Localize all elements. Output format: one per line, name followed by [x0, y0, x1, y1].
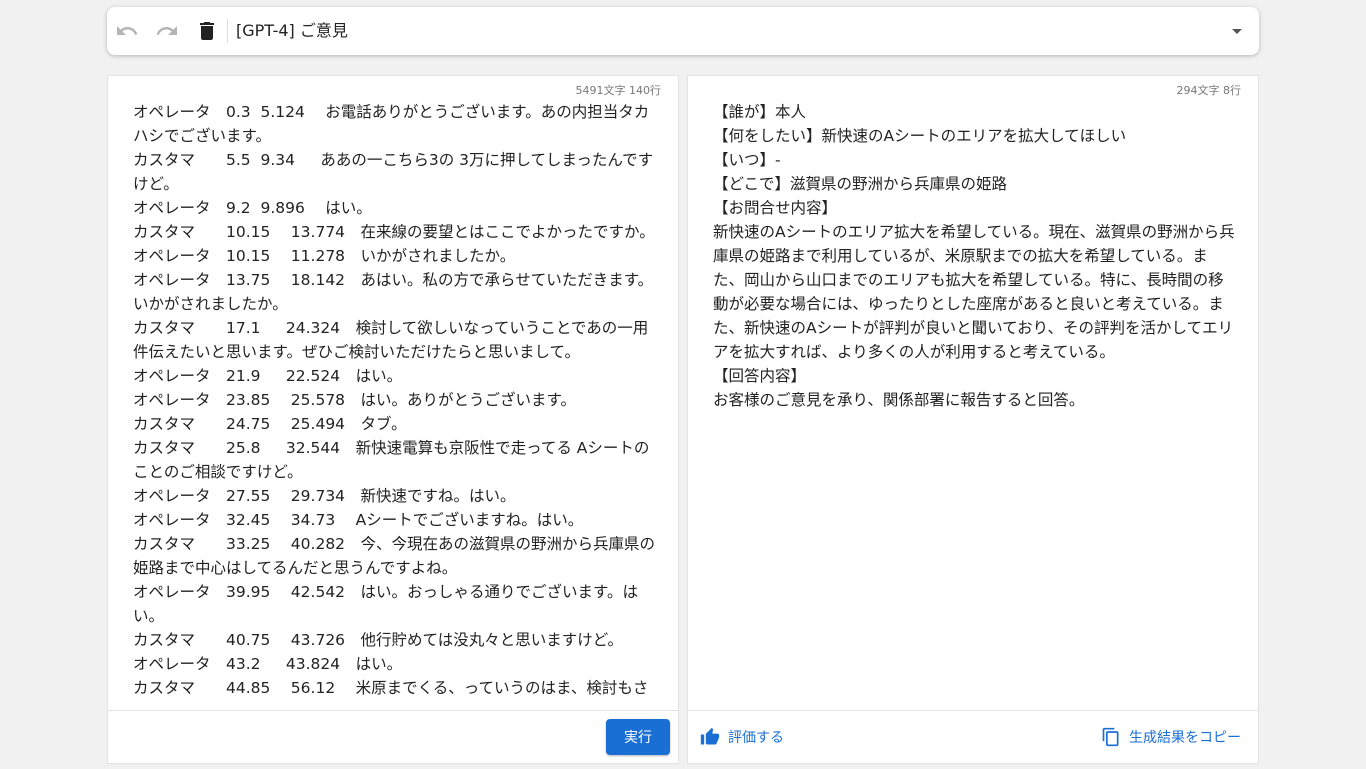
output-footer: 評価する 生成結果をコピー: [688, 710, 1258, 763]
trash-icon: [200, 22, 214, 40]
rate-label: 評価する: [728, 730, 784, 746]
redo-button[interactable]: [147, 7, 187, 55]
toolbar-divider: [227, 19, 228, 43]
undo-button[interactable]: [107, 7, 147, 55]
copy-label: 生成結果をコピー: [1129, 730, 1241, 746]
prompt-title[interactable]: [GPT-4] ご意見: [234, 7, 1217, 55]
thumbs-up-icon: [700, 727, 720, 745]
output-textarea[interactable]: 【誰が】本人 【何をしたい】新快速のAシートのエリアを拡大してほしい 【いつ】-…: [713, 100, 1236, 710]
delete-button[interactable]: [187, 7, 227, 55]
rate-button[interactable]: 評価する: [700, 711, 784, 763]
input-footer: 実行: [108, 710, 678, 763]
input-char-count: 5491文字 140行: [575, 84, 662, 97]
undo-icon: [117, 26, 138, 35]
caret-down-icon: [1232, 29, 1242, 34]
redo-icon: [156, 26, 177, 35]
copy-icon: [1102, 727, 1119, 747]
input-textarea[interactable]: オペレータ 0.3 5.124 お電話ありがとうございます。あの内担当タカハシで…: [133, 100, 656, 710]
run-button[interactable]: 実行: [606, 719, 670, 755]
toolbar: [GPT-4] ご意見: [107, 7, 1259, 55]
output-char-count: 294文字 8行: [1176, 84, 1242, 97]
copy-result-button[interactable]: 生成結果をコピー: [1101, 711, 1241, 763]
prompt-dropdown[interactable]: [1217, 7, 1257, 55]
output-panel: 294文字 8行 【誰が】本人 【何をしたい】新快速のAシートのエリアを拡大して…: [687, 75, 1259, 764]
input-panel: 5491文字 140行 オペレータ 0.3 5.124 お電話ありがとうございま…: [107, 75, 679, 764]
